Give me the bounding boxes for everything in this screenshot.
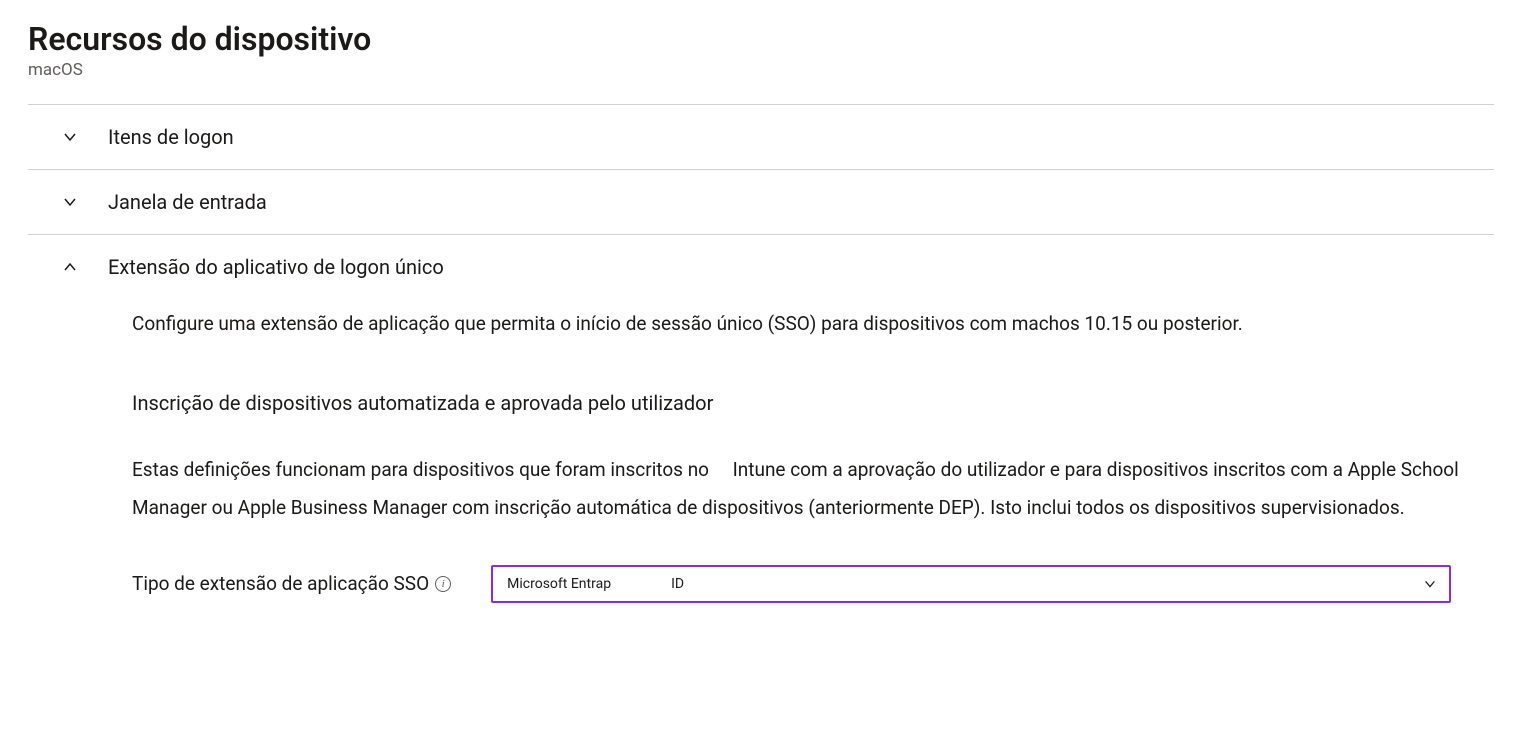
section-login-window[interactable]: Janela de entrada: [28, 170, 1494, 235]
sso-type-select-value: Microsoft EntrapID: [507, 573, 684, 595]
sso-type-select[interactable]: Microsoft EntrapID: [491, 565, 1451, 603]
sso-intro-text: Configure uma extensão de aplicação que …: [132, 309, 1494, 339]
sso-type-row: Tipo de extensão de aplicação SSO i Micr…: [132, 565, 1494, 603]
section-login-items[interactable]: Itens de logon: [28, 105, 1494, 170]
chevron-down-icon: [1421, 575, 1439, 593]
info-icon[interactable]: i: [435, 576, 451, 592]
section-sso-extension-label: Extensão do aplicativo de logon único: [108, 255, 444, 279]
sso-type-label-wrap: Tipo de extensão de aplicação SSO i: [132, 569, 451, 599]
chevron-down-icon: [58, 125, 82, 149]
page-title: Recursos do dispositivo: [28, 20, 1494, 58]
page-subtitle: macOS: [28, 60, 1494, 80]
sso-type-label: Tipo de extensão de aplicação SSO: [132, 569, 429, 599]
sso-description: Estas definições funcionam para disposit…: [132, 451, 1494, 527]
chevron-down-icon: [58, 190, 82, 214]
section-sso-extension-body: Configure uma extensão de aplicação que …: [28, 299, 1494, 603]
chevron-up-icon: [58, 255, 82, 279]
sso-subheading: Inscrição de dispositivos automatizada e…: [132, 387, 1494, 419]
section-sso-extension[interactable]: Extensão do aplicativo de logon único: [28, 235, 1494, 299]
section-login-window-label: Janela de entrada: [108, 190, 267, 214]
section-login-items-label: Itens de logon: [108, 125, 234, 149]
sections-container: Itens de logon Janela de entrada Extensã…: [28, 104, 1494, 603]
